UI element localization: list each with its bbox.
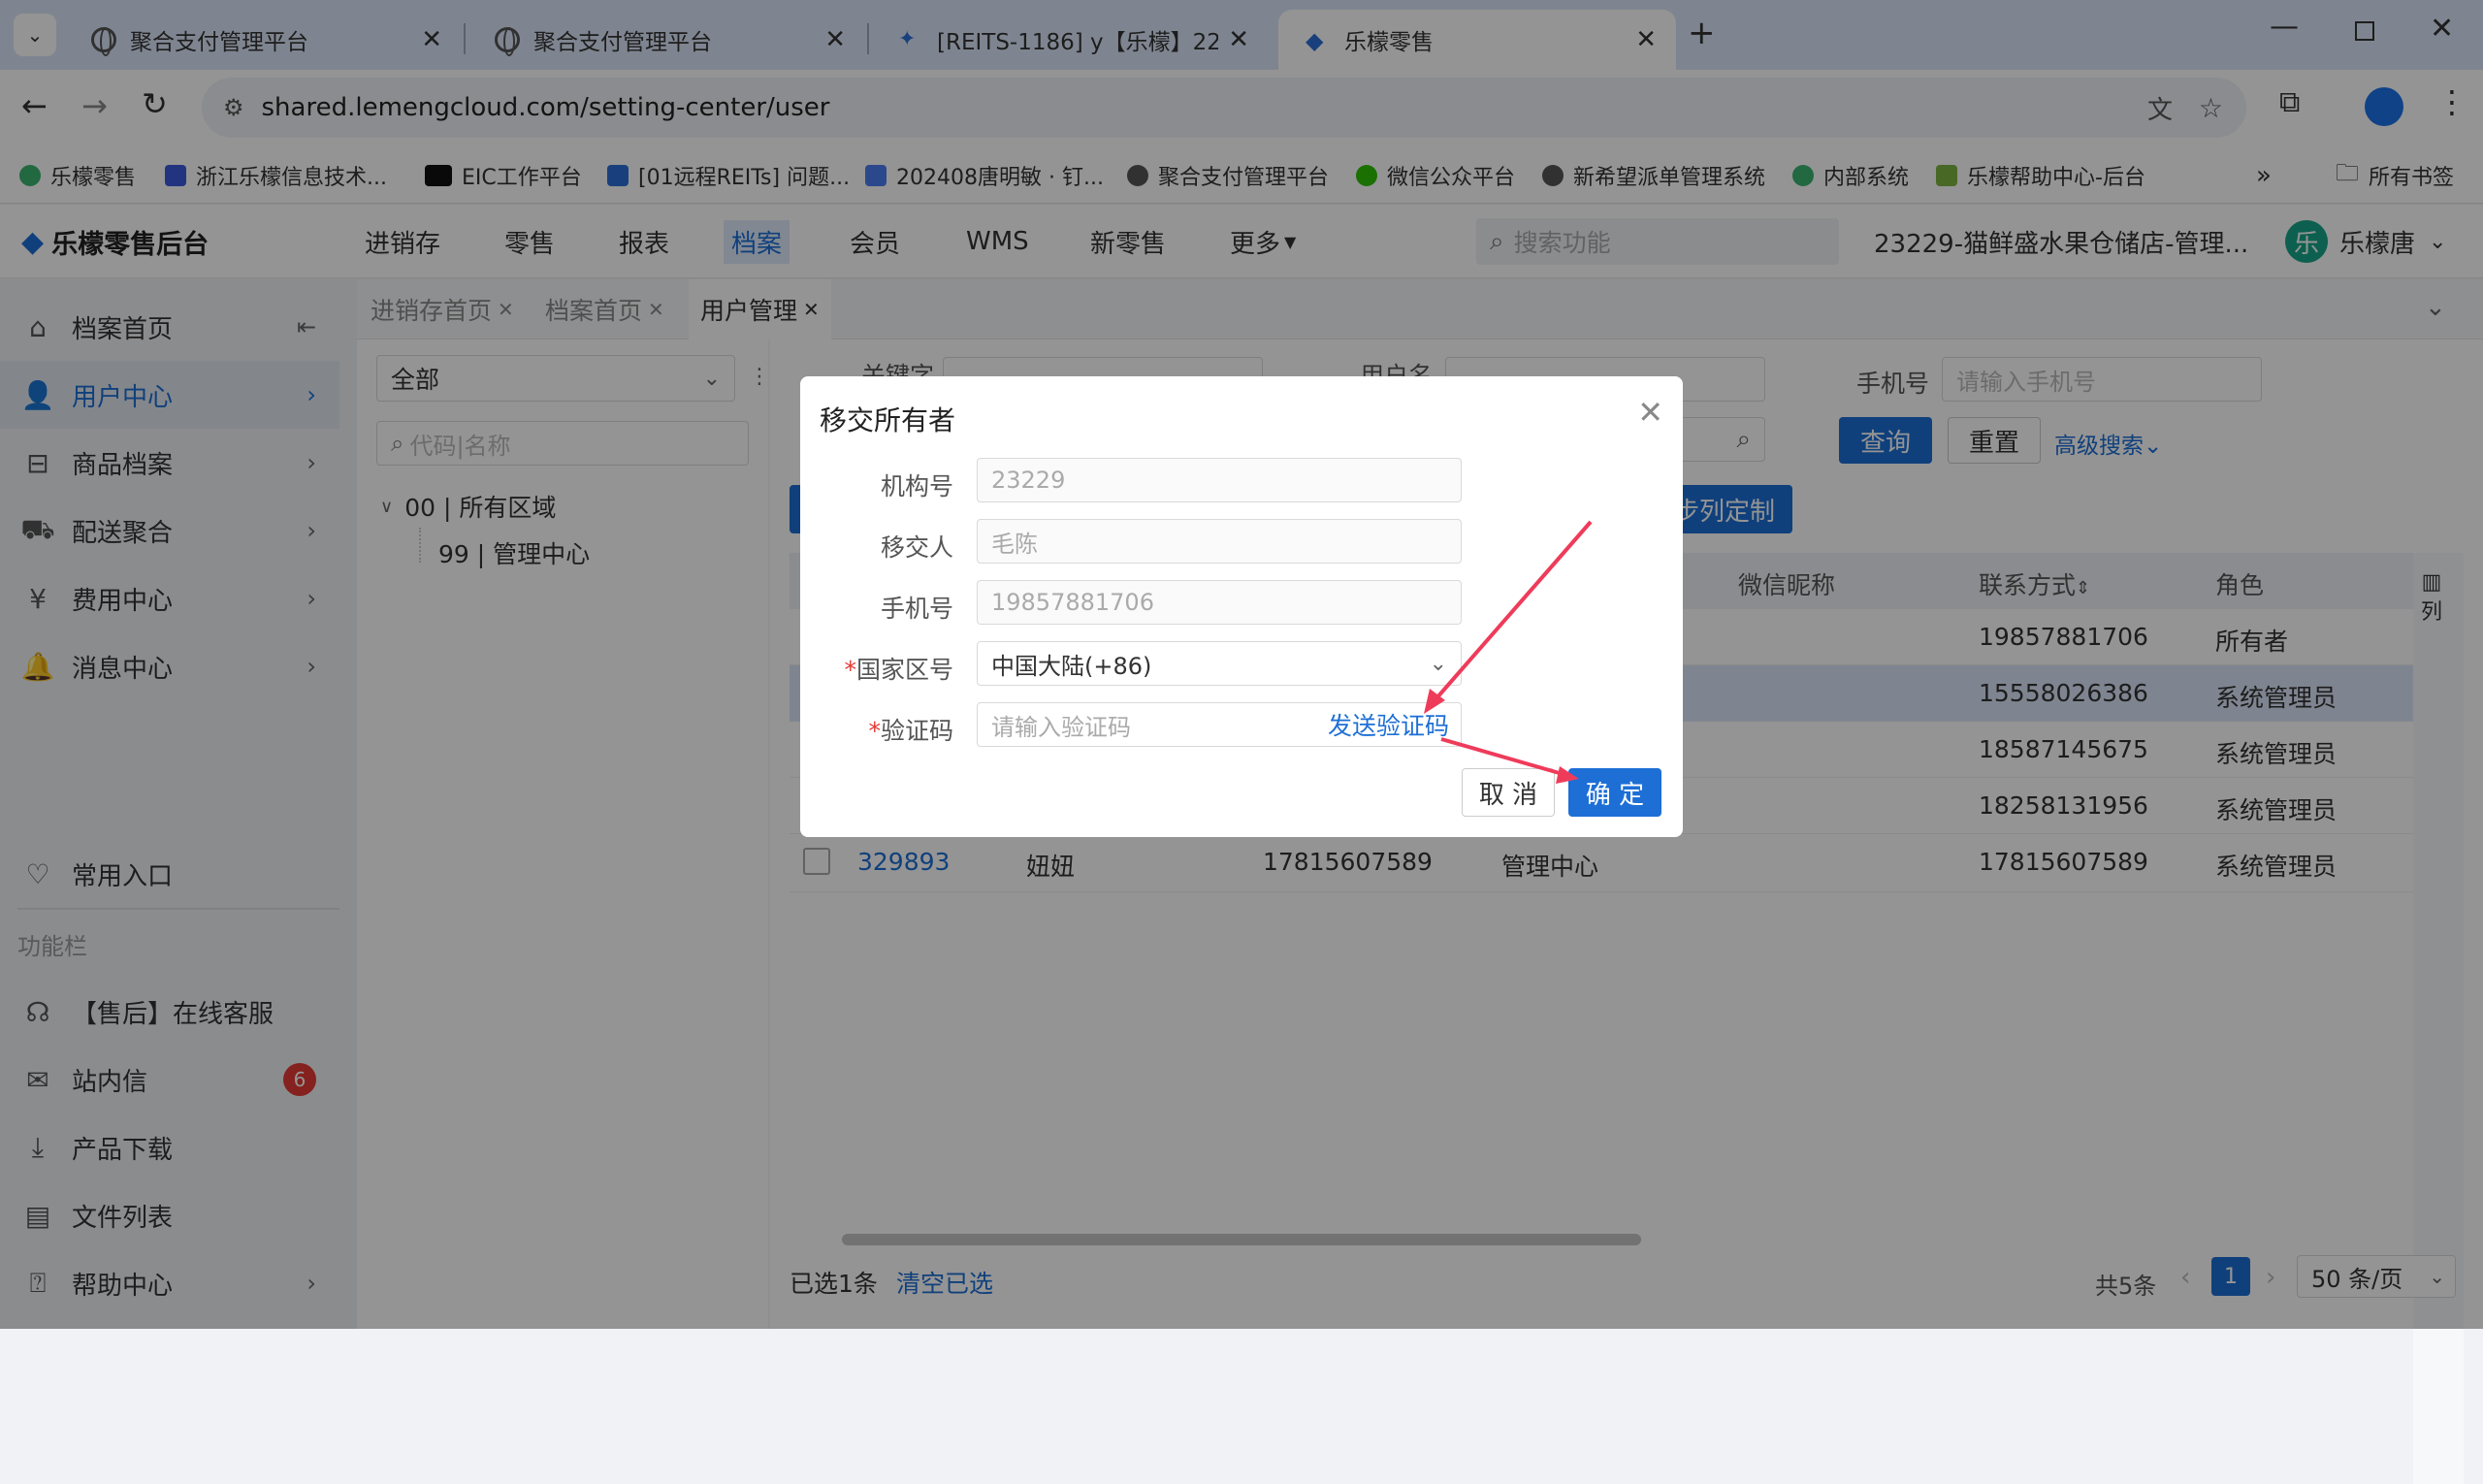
annotation-arrow-line [1440, 737, 1570, 778]
annotation-arrow-line [1428, 520, 1593, 708]
annotation-arrowhead [1556, 766, 1579, 784]
annotation-arrows [1424, 520, 1593, 784]
